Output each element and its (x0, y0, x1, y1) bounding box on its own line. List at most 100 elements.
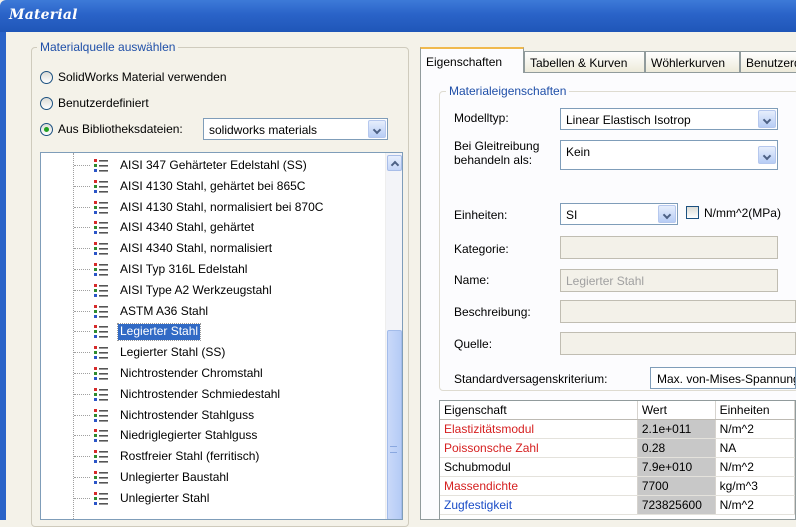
modeltyp-label: Modelltyp: (454, 111, 509, 125)
property-value-cell[interactable]: 7700 (637, 476, 716, 496)
radio-button-icon[interactable] (40, 70, 53, 84)
beschreibung-label: Beschreibung: (454, 305, 531, 319)
material-icon (94, 491, 108, 505)
property-name-cell: Elastizitätsmodul (440, 419, 638, 439)
scroll-up-arrow-icon[interactable] (387, 155, 402, 171)
tree-item[interactable]: AISI Type A2 Werkzeugstahl (41, 280, 386, 301)
radio-label: Aus Bibliotheksdateien: (58, 122, 183, 136)
material-icon (94, 179, 108, 193)
tab-woehlerkurven[interactable]: Wöhlerkurven (645, 51, 740, 73)
einheiten-select[interactable]: SI (560, 203, 678, 225)
beschreibung-field[interactable] (560, 300, 796, 323)
radio-user-defined[interactable]: Benutzerdefiniert (40, 96, 149, 110)
quelle-label: Quelle: (454, 337, 493, 351)
quelle-field[interactable] (560, 332, 796, 355)
column-header-eigenschaft[interactable]: Eigenschaft (440, 401, 638, 420)
material-icon (94, 450, 108, 464)
material-icon (94, 471, 108, 484)
kategorie-field[interactable] (560, 236, 778, 259)
property-value-cell[interactable]: 723825600 (637, 495, 716, 515)
tab-tabellen-kurven[interactable]: Tabellen & Kurven (524, 51, 645, 73)
modeltyp-select[interactable]: Linear Elastisch Isotrop (560, 108, 778, 130)
chevron-down-icon[interactable] (368, 120, 386, 138)
gleitreibung-select[interactable]: Kein (560, 140, 778, 170)
tree-item[interactable]: Rostfreier Stahl (ferritisch) (41, 446, 386, 467)
property-unit-cell: N/m^2 (715, 457, 795, 477)
table-row[interactable]: Schubmodul 7.9e+010 N/m^2 (440, 457, 795, 477)
table-row[interactable]: Zugfestigkeit 723825600 N/m^2 (440, 495, 795, 515)
property-value-cell[interactable]: 0.28 (637, 438, 716, 458)
tree-item[interactable]: Unlegierter Baustahl (41, 467, 386, 488)
table-row[interactable]: Elastizitätsmodul 2.1e+011 N/m^2 (440, 419, 795, 439)
window-title: Material (9, 7, 78, 23)
tree-branch-line (74, 248, 90, 250)
radio-library-files[interactable]: Aus Bibliotheksdateien: (40, 122, 183, 136)
tree-branch-line (74, 352, 90, 354)
name-field[interactable]: Legierter Stahl (560, 269, 778, 292)
radio-button-icon[interactable] (40, 96, 53, 110)
tree-item[interactable]: AISI Typ 316L Edelstahl (41, 259, 386, 280)
scroll-thumb[interactable] (387, 330, 402, 519)
tree-branch-line (74, 477, 90, 478)
property-unit-cell: kg/m^3 (715, 476, 795, 496)
column-header-einheiten[interactable]: Einheiten (715, 401, 795, 420)
material-icon (94, 387, 108, 401)
table-row[interactable]: Poissonsche Zahl 0.28 NA (440, 438, 795, 458)
tree-branch-line (74, 435, 90, 437)
tree-branch-line (74, 206, 90, 208)
tree-scrollbar[interactable] (385, 153, 402, 519)
mpa-checkbox[interactable] (686, 206, 699, 219)
material-icon (94, 159, 108, 172)
tree-item[interactable]: Niedriglegierter Stahlguss (41, 425, 386, 446)
material-source-legend: Materialquelle auswählen (37, 40, 179, 54)
property-value-cell[interactable]: 2.1e+011 (637, 419, 716, 439)
tree-item[interactable]: Unlegierter Stahl (41, 488, 386, 509)
tree-item[interactable]: Legierter Stahl (SS) (41, 342, 386, 363)
window-titlebar[interactable]: Material (0, 0, 796, 32)
einheiten-value: SI (566, 208, 578, 222)
tree-item-label: Legierter Stahl (SS) (120, 345, 226, 360)
radio-solidworks-material[interactable]: SolidWorks Material verwenden (40, 70, 227, 84)
material-icon (94, 325, 108, 339)
chevron-down-icon[interactable] (758, 110, 776, 128)
tree-item-label: AISI 4340 Stahl, normalisiert (120, 241, 273, 256)
material-icon (94, 283, 108, 297)
gleitreibung-value: Kein (566, 145, 591, 159)
material-icon (94, 200, 108, 214)
radio-label: Benutzerdefiniert (58, 96, 149, 110)
material-tree[interactable]: AISI 347 Gehärteter Edelstahl (SS) AISI 4… (40, 152, 403, 520)
material-icon (94, 304, 108, 318)
tree-item[interactable]: AISI 4340 Stahl, normalisiert (41, 238, 386, 259)
column-header-wert[interactable]: Wert (637, 401, 716, 420)
tree-item[interactable]: AISI 4130 Stahl, gehärtet bei 865C (41, 176, 386, 197)
tab-eigenschaften[interactable]: Eigenschaften (420, 47, 524, 73)
tree-branch-line (74, 310, 90, 312)
tree-item[interactable]: Nichtrostender Schmiedestahl (41, 384, 386, 405)
tree-item[interactable]: Nichtrostender Stahlguss (41, 405, 386, 426)
tree-item-label: Nichtrostender Stahlguss (120, 407, 255, 422)
property-value-cell[interactable]: 7.9e+010 (637, 457, 716, 477)
tree-branch-line (74, 185, 90, 187)
kriterium-value: Max. von-Mises-Spannung (657, 372, 796, 386)
tree-item[interactable]: ASTM A36 Stahl (41, 301, 386, 322)
tree-item[interactable]: AISI 4340 Stahl, gehärtet (41, 217, 386, 238)
table-row[interactable]: Massendichte 7700 kg/m^3 (440, 476, 795, 496)
radio-button-icon[interactable] (40, 122, 53, 136)
tree-item[interactable]: Nichtrostender Chromstahl (41, 363, 386, 384)
kriterium-select[interactable]: Max. von-Mises-Spannung (650, 367, 796, 389)
chevron-down-icon[interactable] (658, 205, 676, 223)
library-select[interactable]: solidworks materials (203, 118, 388, 140)
gleitreibung-label-line2: behandeln als: (454, 153, 533, 167)
tree-item-label: AISI 347 Gehärteter Edelstahl (SS) (120, 158, 307, 172)
tree-item[interactable]: AISI 4130 Stahl, normalisiert bei 870C (41, 197, 386, 218)
tree-branch-line (74, 456, 90, 458)
tree-branch-line (74, 165, 90, 166)
chevron-down-icon[interactable] (758, 146, 776, 164)
material-icon (94, 221, 108, 235)
modeltyp-value: Linear Elastisch Isotrop (566, 113, 691, 127)
tab-benutzerdefiniert[interactable]: Benutzerdefiniert (740, 51, 796, 73)
gleitreibung-label-line1: Bei Gleitreibung (454, 139, 540, 153)
tree-item-label: Unlegierter Baustahl (120, 470, 229, 484)
tree-item[interactable]: Legierter Stahl (41, 321, 386, 342)
tree-item[interactable]: AISI 347 Gehärteter Edelstahl (SS) (41, 155, 386, 176)
